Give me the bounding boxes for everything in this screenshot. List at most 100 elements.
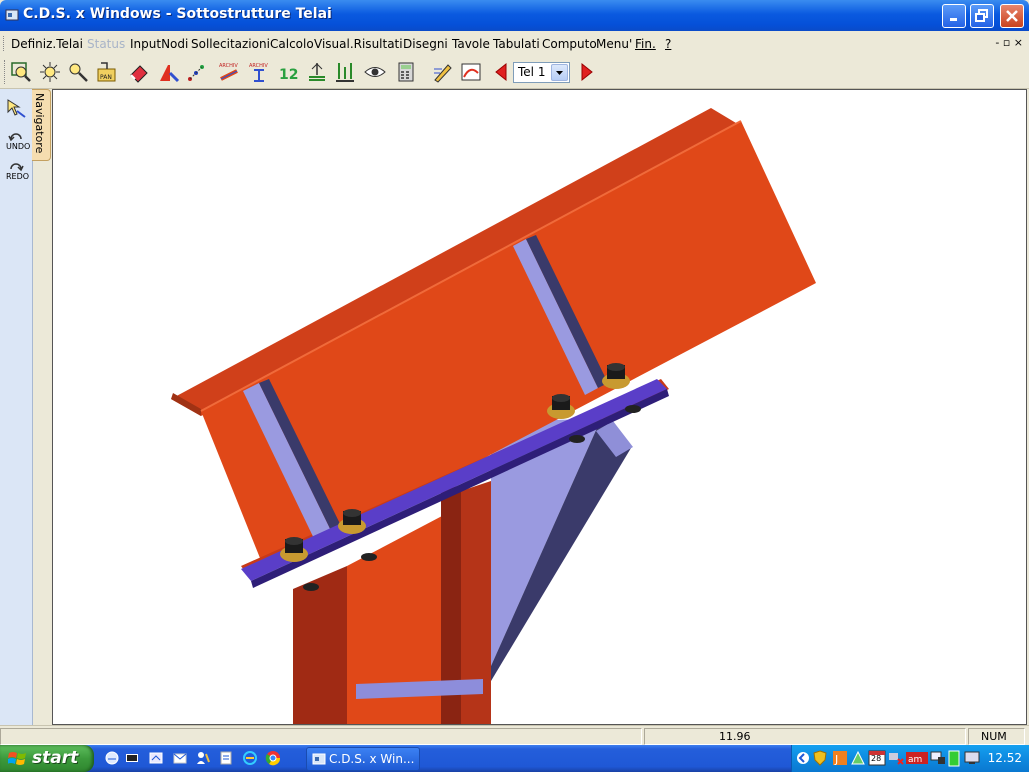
undo-button[interactable]: UNDO (6, 142, 30, 151)
calculator-icon[interactable] (396, 61, 418, 83)
svg-text:am: am (908, 755, 922, 765)
tray-monitor-icon[interactable] (964, 750, 980, 766)
loads-icon[interactable] (334, 61, 356, 83)
model-viewport[interactable] (52, 89, 1027, 725)
menu-fin[interactable]: Fin. (635, 37, 656, 51)
zoom-magnify-icon[interactable] (67, 61, 89, 83)
task-button-cds[interactable]: C.D.S. x Win... (306, 747, 420, 771)
nut-2 (361, 553, 377, 561)
undo-icon[interactable] (8, 129, 24, 143)
menu-input-nodi[interactable]: InputNodi (130, 37, 188, 51)
toolbar-grip (4, 60, 8, 84)
tray-display-icon[interactable] (930, 750, 946, 766)
zoom-all-icon[interactable] (39, 61, 61, 83)
telaio-select[interactable]: Tel 1 (513, 62, 570, 83)
menu-computo[interactable]: Computo (542, 37, 597, 51)
prev-arrow-icon[interactable] (490, 61, 512, 83)
tray-expand-icon[interactable] (796, 751, 810, 765)
status-value: 11.96 (719, 730, 751, 743)
pan-icon[interactable]: PAN (96, 61, 118, 83)
quicklaunch-document-icon[interactable] (218, 750, 234, 766)
close-button[interactable] (1000, 4, 1024, 28)
svg-text:12: 12 (279, 67, 298, 83)
start-button[interactable]: start (0, 745, 94, 772)
num-lock-indicator: NUM (981, 730, 1007, 743)
menu-grip (3, 36, 7, 51)
menu-menu[interactable]: Menu' (596, 37, 632, 51)
system-tray: J 28 am 12.52 (791, 745, 1029, 772)
close-icon (1006, 10, 1018, 22)
redo-button[interactable]: REDO (6, 172, 29, 181)
tray-shield-icon[interactable] (812, 750, 828, 766)
tray-battery-icon[interactable] (948, 749, 960, 767)
quicklaunch-user-icon[interactable] (195, 750, 211, 766)
tray-java-icon[interactable]: J (832, 750, 848, 766)
menu-bar: Definiz.Telai Status InputNodi Sollecita… (0, 31, 1029, 57)
menu-status[interactable]: Status (87, 37, 125, 51)
quicklaunch-browser-icon[interactable] (242, 750, 258, 766)
quicklaunch-desktop-icon[interactable] (124, 750, 140, 766)
taskbar: start C.D.S. x Win... J 28 am 12.52 (0, 745, 1029, 772)
quicklaunch-chrome-icon[interactable] (265, 750, 281, 766)
quicklaunch-explorer-icon[interactable] (148, 750, 164, 766)
nut-4 (625, 405, 641, 413)
menu-calcolo[interactable]: Calcolo (270, 37, 314, 51)
task-button-label: C.D.S. x Win... (329, 752, 415, 766)
left-toolbar: UNDO REDO (0, 89, 33, 725)
node-points-icon[interactable] (186, 61, 208, 83)
view-eye-icon[interactable] (364, 61, 386, 83)
minimize-button[interactable] (942, 4, 966, 28)
archive-beam-icon[interactable]: ARCHIV (218, 61, 240, 83)
status-cell-value: 11.96 (644, 728, 966, 745)
numbering-icon[interactable]: 12 (277, 61, 299, 83)
tray-network-disconnected-icon[interactable] (888, 750, 904, 766)
frame-red-icon[interactable] (158, 61, 180, 83)
windows-logo-icon (8, 752, 26, 765)
svg-text:ARCHIV: ARCHIV (249, 63, 268, 69)
diagram-icon[interactable] (460, 61, 482, 83)
tray-amd-icon[interactable]: am (906, 751, 928, 765)
quicklaunch-ie-icon[interactable] (104, 750, 120, 766)
steel-connection-3d-view[interactable] (53, 90, 1026, 724)
menu-tavole[interactable]: Tavole (452, 37, 490, 51)
restore-icon (975, 9, 988, 22)
navigator-tab[interactable]: Navigatore (32, 89, 51, 161)
column-flange-left (293, 566, 347, 724)
redo-icon[interactable] (8, 159, 24, 173)
archive-column-icon[interactable]: ARCHIV (248, 61, 270, 83)
status-cell-num: NUM (968, 728, 1025, 745)
status-bar: 11.96 NUM (0, 725, 1029, 746)
chevron-down-icon (556, 71, 563, 75)
menu-help[interactable]: ? (665, 37, 671, 51)
taskbar-clock: 12.52 (987, 751, 1022, 765)
tray-network-icon[interactable] (850, 750, 866, 766)
quicklaunch-mail-icon[interactable] (172, 750, 188, 766)
menu-disegni[interactable]: Disegni (403, 37, 448, 51)
svg-text:PAN: PAN (100, 74, 112, 81)
menu-sollecitazioni[interactable]: Sollecitazioni (191, 37, 270, 51)
restore-button[interactable] (970, 4, 994, 28)
svg-text:ARCHIV: ARCHIV (219, 63, 238, 69)
mdi-controls[interactable]: - ▫ × (995, 36, 1023, 49)
telaio-select-arrow[interactable] (551, 64, 568, 81)
tray-calendar-day: 28 (871, 754, 882, 763)
cds-task-icon (312, 753, 326, 765)
eraser-icon[interactable] (128, 61, 150, 83)
status-cell-main (0, 728, 642, 745)
navigator-tab-label: Navigatore (33, 93, 46, 154)
svg-text:J: J (834, 753, 838, 766)
window-title: C.D.S. x Windows - Sottostrutture Telai (23, 6, 332, 22)
menu-tabulati[interactable]: Tabulati (493, 37, 540, 51)
nut-3 (569, 435, 585, 443)
start-label: start (32, 748, 79, 768)
zoom-window-icon[interactable] (10, 61, 32, 83)
telaio-select-value: Tel 1 (518, 65, 546, 79)
foundation-icon[interactable] (306, 61, 328, 83)
menu-definiz-telai[interactable]: Definiz.Telai (11, 37, 83, 51)
next-arrow-icon[interactable] (576, 61, 598, 83)
pencil-edit-icon[interactable] (432, 61, 454, 83)
menu-visual-risultati[interactable]: Visual.Risultati (314, 37, 403, 51)
app-icon (5, 9, 19, 21)
navigator-pointer-icon[interactable] (5, 97, 27, 119)
title-bar: C.D.S. x Windows - Sottostrutture Telai (0, 0, 1029, 31)
